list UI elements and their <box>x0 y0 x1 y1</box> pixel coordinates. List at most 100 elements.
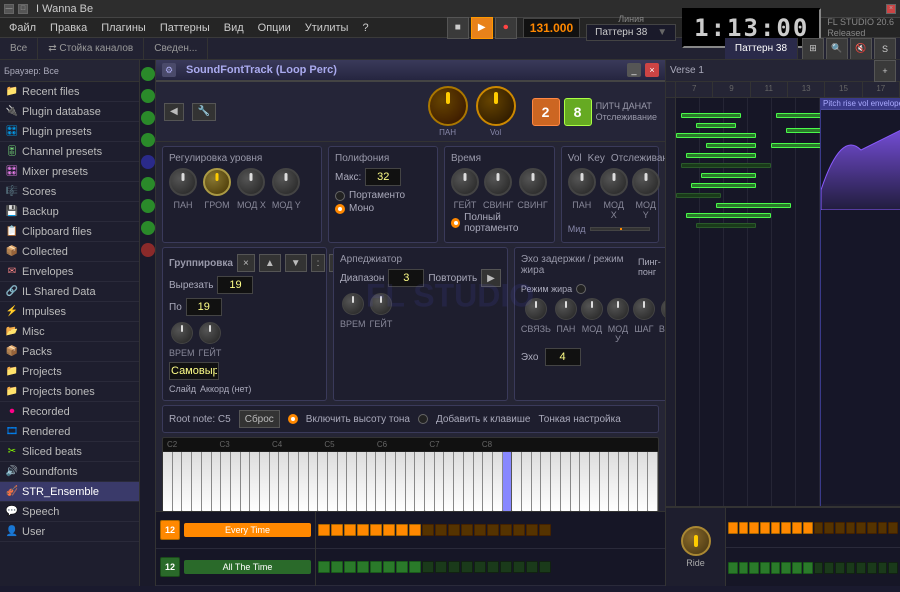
echo-knob-3[interactable] <box>581 298 603 320</box>
white-key[interactable] <box>163 452 173 512</box>
channel-dot-9[interactable] <box>141 243 155 257</box>
echo-knob-1[interactable] <box>525 298 547 320</box>
transport-record[interactable]: ⏺ <box>495 17 517 39</box>
pan-knob[interactable] <box>428 86 468 126</box>
tab-pattern[interactable]: Паттерн 38 <box>725 38 798 60</box>
bottom-block-green[interactable] <box>835 562 845 574</box>
sidebar-item-misc[interactable]: 📂 Misc <box>0 322 139 342</box>
vol-knob[interactable] <box>476 86 516 126</box>
bottom-block-green[interactable] <box>888 562 898 574</box>
menu-patterns[interactable]: Паттерны <box>157 22 213 34</box>
seq-block[interactable] <box>435 524 447 536</box>
white-key[interactable] <box>338 452 348 512</box>
white-key-active[interactable] <box>503 452 513 512</box>
group-colon-btn[interactable]: : <box>311 254 326 272</box>
white-key[interactable] <box>464 452 474 512</box>
bottom-block[interactable] <box>814 522 824 534</box>
sidebar-item-packs[interactable]: 📦 Packs <box>0 342 139 362</box>
seq-block-green[interactable] <box>539 561 551 573</box>
white-key[interactable] <box>279 452 289 512</box>
menu-edit[interactable]: Правка <box>47 22 90 34</box>
pr-zoom-btn[interactable]: + <box>874 60 896 82</box>
tab-mixer[interactable]: ⇄ Стойка каналов <box>38 38 144 60</box>
sidebar-item-clipboard[interactable]: 📋 Clipboard files <box>0 222 139 242</box>
level-modx-knob[interactable] <box>237 168 265 196</box>
seq-block-green[interactable] <box>448 561 460 573</box>
ride-knob[interactable] <box>681 526 711 556</box>
seq-block[interactable] <box>370 524 382 536</box>
mono-radio[interactable] <box>335 204 345 214</box>
seq-block[interactable] <box>344 524 356 536</box>
bottom-block[interactable] <box>728 522 738 534</box>
bottom-block-green[interactable] <box>846 562 856 574</box>
pr-grid-area[interactable] <box>676 98 820 506</box>
white-key[interactable] <box>541 452 551 512</box>
seq-block[interactable] <box>318 524 330 536</box>
bottom-block-green[interactable] <box>771 562 781 574</box>
seq-block-green[interactable] <box>318 561 330 573</box>
plugin-tool-btn[interactable]: 🔧 <box>192 103 216 121</box>
echo-knob-5[interactable] <box>633 298 655 320</box>
white-key[interactable] <box>406 452 416 512</box>
white-key[interactable] <box>483 452 493 512</box>
white-key[interactable] <box>396 452 406 512</box>
white-key[interactable] <box>221 452 231 512</box>
white-key[interactable] <box>638 452 648 512</box>
full-portamento-radio[interactable] <box>451 218 460 228</box>
group-knob-1[interactable] <box>171 322 193 344</box>
channel-dot-1[interactable] <box>141 67 155 81</box>
transport-stop[interactable]: ■ <box>447 17 469 39</box>
menu-utils[interactable]: Утилиты <box>302 22 352 34</box>
tab-all[interactable]: Все <box>0 38 38 60</box>
sidebar-item-speech[interactable]: 💬 Speech <box>0 502 139 522</box>
seq-block-green[interactable] <box>370 561 382 573</box>
sidebar-item-sliced-beats[interactable]: ✂ Sliced beats <box>0 442 139 462</box>
white-key[interactable] <box>328 452 338 512</box>
white-key[interactable] <box>192 452 202 512</box>
white-key[interactable] <box>561 452 571 512</box>
snap-btn[interactable]: ⊞ <box>802 38 824 60</box>
seq-block[interactable] <box>487 524 499 536</box>
white-key[interactable] <box>571 452 581 512</box>
sidebar-item-envelopes[interactable]: ✉ Envelopes <box>0 262 139 282</box>
poly-max-input[interactable] <box>365 168 401 186</box>
echo-knob-2[interactable] <box>555 298 577 320</box>
white-key[interactable] <box>609 452 619 512</box>
white-key[interactable] <box>522 452 532 512</box>
plugin-minimize-btn[interactable]: _ <box>627 63 641 77</box>
bottom-block[interactable] <box>792 522 802 534</box>
white-key[interactable] <box>318 452 328 512</box>
seq-block-green[interactable] <box>435 561 447 573</box>
sidebar-item-plugin-database[interactable]: 🔌 Plugin database <box>0 102 139 122</box>
sidebar-item-collected[interactable]: 📦 Collected <box>0 242 139 262</box>
seq-track-1-name[interactable]: Every Time <box>184 523 311 537</box>
white-key[interactable] <box>493 452 503 512</box>
white-key[interactable] <box>454 452 464 512</box>
bottom-block-green[interactable] <box>856 562 866 574</box>
echo-knob-4[interactable] <box>607 298 629 320</box>
white-key[interactable] <box>415 452 425 512</box>
channel-dot-5[interactable] <box>141 155 155 169</box>
seq-block-green[interactable] <box>396 561 408 573</box>
sidebar-item-scores[interactable]: 🎼 Scores <box>0 182 139 202</box>
sidebar-item-soundfonts[interactable]: 🔊 Soundfonts <box>0 462 139 482</box>
vol-key-modx-knob[interactable] <box>600 168 628 196</box>
channel-dot-3[interactable] <box>141 111 155 125</box>
transport-play[interactable]: ▶ <box>471 17 493 39</box>
solo-btn[interactable]: S <box>874 38 896 60</box>
include-pitch-radio[interactable] <box>288 414 298 424</box>
white-key[interactable] <box>212 452 222 512</box>
group-down-btn[interactable]: ▼ <box>285 254 307 272</box>
sidebar-item-recent-files[interactable]: 📁 Recent files <box>0 82 139 102</box>
sidebar-item-rendered[interactable]: 🎞 Rendered <box>0 422 139 442</box>
time-knob-1[interactable] <box>451 168 479 196</box>
arp-knob-1[interactable] <box>342 293 364 315</box>
white-key[interactable] <box>299 452 309 512</box>
bottom-block[interactable] <box>888 522 898 534</box>
bpm-display[interactable]: 131.000 <box>523 18 580 38</box>
bottom-block-green[interactable] <box>824 562 834 574</box>
sidebar-item-channel-presets[interactable]: 🎚 Channel presets <box>0 142 139 162</box>
bottom-block-green[interactable] <box>878 562 888 574</box>
echo-val-input[interactable] <box>545 348 581 366</box>
bottom-block[interactable] <box>867 522 877 534</box>
